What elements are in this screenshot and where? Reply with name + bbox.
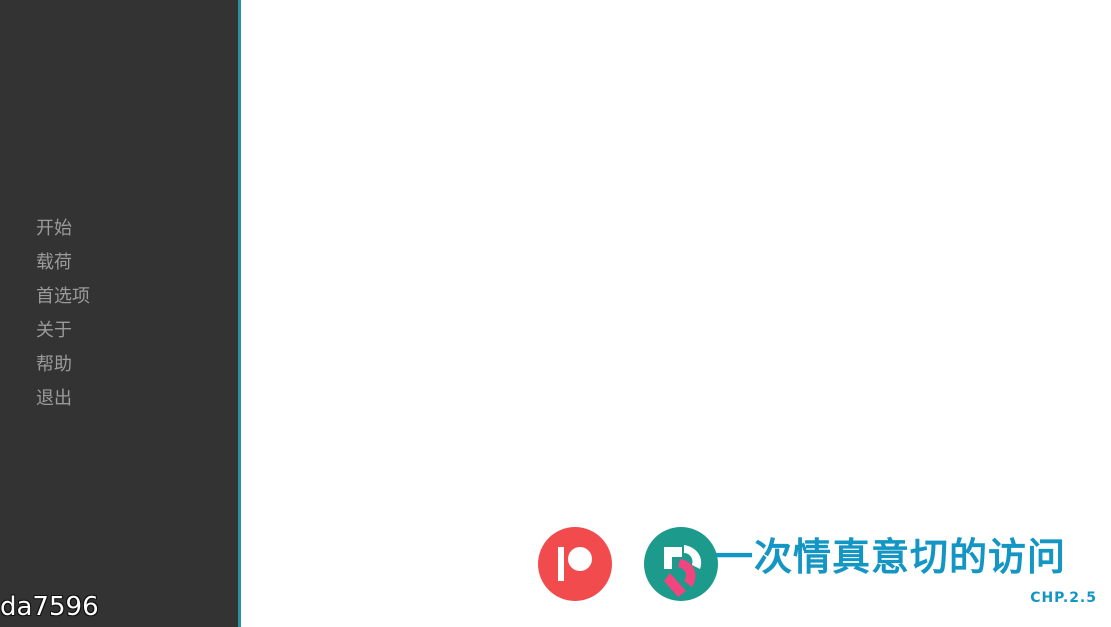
game-title: 一次情真意切的访问 [715,535,1067,579]
patreon-icon[interactable] [538,527,612,601]
menu-item-help[interactable]: 帮助 [36,352,90,386]
chapter-label: CHP.2.5 [1030,590,1097,606]
version-label: da7596 [0,592,99,622]
main-menu-background: 一次情真意切的访问 CHP.2.5 [241,0,1111,627]
main-menu-sidebar: 开始 载荷 首选项 关于 帮助 退出 [0,0,241,627]
menu-item-start[interactable]: 开始 [36,216,90,250]
menu-item-load[interactable]: 载荷 [36,250,90,284]
menu-item-about[interactable]: 关于 [36,318,90,352]
main-menu: 开始 载荷 首选项 关于 帮助 退出 [36,216,90,420]
menu-item-quit[interactable]: 退出 [36,386,90,420]
game-logo-icon [642,525,720,603]
menu-item-preferences[interactable]: 首选项 [36,284,90,318]
